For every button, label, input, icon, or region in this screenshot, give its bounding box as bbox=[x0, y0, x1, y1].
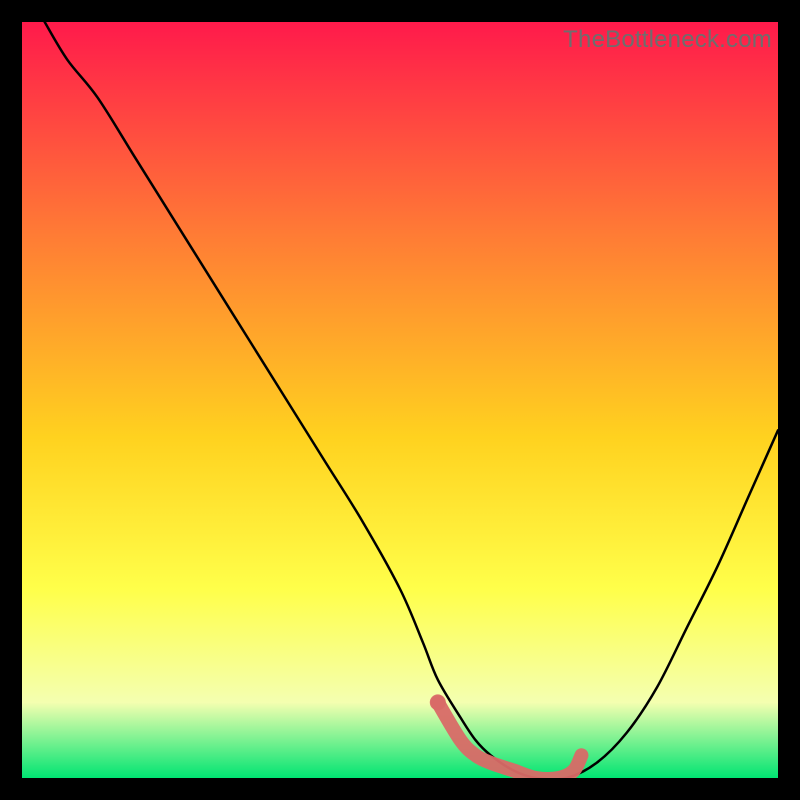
bottleneck-curve bbox=[45, 22, 778, 778]
chart-plot bbox=[22, 22, 778, 778]
chart-frame: TheBottleneck.com bbox=[22, 22, 778, 778]
watermark-text: TheBottleneck.com bbox=[563, 26, 772, 54]
optimal-range-dot bbox=[430, 694, 446, 710]
